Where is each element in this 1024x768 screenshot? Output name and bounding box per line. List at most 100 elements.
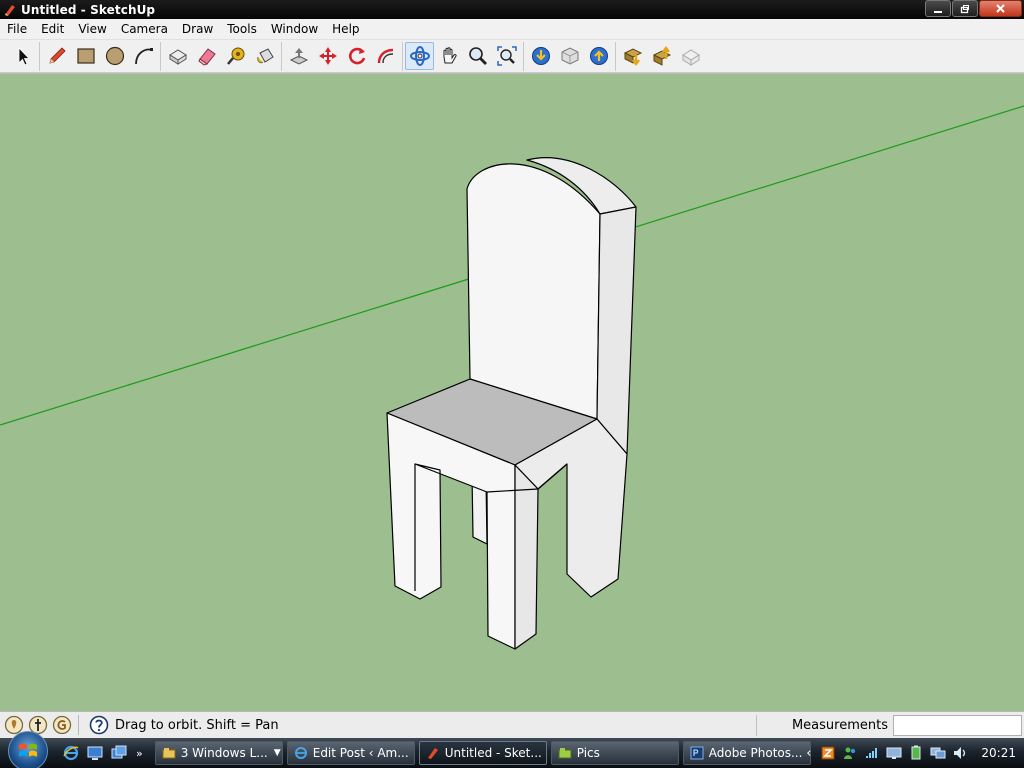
- paint-bucket-button[interactable]: [250, 42, 279, 70]
- toolbar-group-draw: [40, 41, 161, 71]
- get-models-button[interactable]: [526, 42, 555, 70]
- make-component-button[interactable]: [163, 42, 192, 70]
- toggle-terrain-button[interactable]: [676, 42, 705, 70]
- menu-bar: File Edit View Camera Draw Tools Window …: [0, 19, 1024, 40]
- chair-backrest-side: [596, 206, 637, 455]
- pencil-tool-button[interactable]: [42, 42, 71, 70]
- rotate-tool-button[interactable]: [342, 42, 371, 70]
- toolbar-group-select: [6, 41, 40, 71]
- photoshop-icon: [690, 746, 704, 760]
- scene-canvas[interactable]: [0, 74, 1024, 711]
- taskbar-label: Edit Post ‹ Am...: [312, 746, 409, 760]
- taskbar-label: Pics: [576, 746, 600, 760]
- taskbar-button-photoshop[interactable]: Adobe Photos...: [682, 741, 811, 765]
- switch-windows-icon[interactable]: [110, 744, 128, 762]
- menu-camera[interactable]: Camera: [114, 22, 175, 36]
- volume-icon[interactable]: [952, 745, 968, 761]
- toolbar-group-google: [524, 41, 616, 71]
- tape-measure-button[interactable]: [221, 42, 250, 70]
- orbit-tool-icon: [409, 46, 430, 66]
- chevron-down-icon: ▼: [273, 748, 281, 758]
- folder-icon: [558, 748, 572, 759]
- toggle-terrain-icon: [681, 49, 700, 66]
- orbit-tool-button[interactable]: [405, 42, 434, 70]
- move-tool-icon: [318, 47, 337, 65]
- taskbar-button-edit-post[interactable]: Edit Post ‹ Am...: [286, 741, 415, 765]
- title-bar: Untitled - SketchUp: [0, 0, 1024, 19]
- rectangle-tool-button[interactable]: [71, 42, 100, 70]
- internet-explorer-icon[interactable]: [62, 744, 80, 762]
- menu-window[interactable]: Window: [264, 22, 325, 36]
- measurements-label: Measurements: [756, 715, 894, 736]
- sign-in-icon[interactable]: [52, 715, 72, 735]
- messenger-icon[interactable]: [842, 745, 858, 761]
- toolbar-group-edit: [161, 41, 282, 71]
- measurements-input[interactable]: [893, 715, 1022, 736]
- eraser-tool-icon: [197, 48, 216, 66]
- menu-edit[interactable]: Edit: [34, 22, 71, 36]
- menu-tools[interactable]: Tools: [220, 22, 264, 36]
- menu-help[interactable]: Help: [325, 22, 366, 36]
- circle-tool-button[interactable]: [100, 42, 129, 70]
- status-bar: Drag to orbit. Shift = Pan Measurements: [0, 711, 1024, 738]
- minimize-button[interactable]: [925, 0, 951, 17]
- sketchup-logo-icon: [427, 748, 438, 759]
- get-current-view-button[interactable]: [618, 42, 647, 70]
- pan-tool-icon: [443, 47, 457, 64]
- select-tool-button[interactable]: [8, 42, 37, 70]
- eraser-tool-button[interactable]: [192, 42, 221, 70]
- toolbar-group-modify: [282, 41, 403, 71]
- taskbar-button-sketchup[interactable]: Untitled - Sket...: [418, 741, 547, 765]
- model-viewport[interactable]: [0, 73, 1024, 711]
- tray-expand-icon[interactable]: ‹: [806, 746, 811, 761]
- menu-draw[interactable]: Draw: [175, 22, 220, 36]
- taskbar-button-pics[interactable]: Pics: [550, 741, 679, 765]
- share-model-icon: [561, 47, 578, 65]
- menu-file[interactable]: File: [0, 22, 34, 36]
- close-button[interactable]: [979, 0, 1022, 17]
- push-pull-icon: [289, 48, 308, 65]
- arc-tool-icon: [134, 48, 153, 65]
- display-icon[interactable]: [886, 745, 902, 761]
- zoom-tool-button[interactable]: [463, 42, 492, 70]
- quick-launch: »: [62, 744, 143, 762]
- update-icon[interactable]: [820, 745, 836, 761]
- push-pull-button[interactable]: [284, 42, 313, 70]
- wireless-network-icon[interactable]: [864, 745, 880, 761]
- quick-launch-overflow[interactable]: »: [136, 747, 143, 760]
- chair-backrest-front: [466, 163, 601, 420]
- taskbar-label: 3 Windows L...: [180, 746, 268, 760]
- share-model-button[interactable]: [555, 42, 584, 70]
- paint-bucket-icon: [256, 48, 274, 64]
- arc-tool-button[interactable]: [129, 42, 158, 70]
- windows-explorer-icon: [162, 748, 176, 759]
- rectangle-tool-icon: [76, 48, 95, 64]
- zoom-extents-button[interactable]: [492, 42, 521, 70]
- move-tool-button[interactable]: [313, 42, 342, 70]
- help-icon[interactable]: [89, 715, 109, 735]
- chair-model[interactable]: [386, 157, 637, 650]
- taskbar-button-explorer[interactable]: 3 Windows L... ▼: [154, 741, 283, 765]
- menu-view[interactable]: View: [71, 22, 113, 36]
- close-icon: [996, 4, 1005, 13]
- get-models-icon: [531, 47, 550, 65]
- taskbar-label: Untitled - Sket...: [444, 746, 542, 760]
- make-component-icon: [168, 49, 187, 65]
- offset-tool-icon: [377, 48, 393, 64]
- show-desktop-icon[interactable]: [86, 744, 104, 762]
- google-earth-button[interactable]: [584, 42, 613, 70]
- offset-tool-button[interactable]: [371, 42, 400, 70]
- network-icon[interactable]: [930, 745, 946, 761]
- taskbar-clock[interactable]: 20:21: [981, 746, 1016, 760]
- zoom-extents-icon: [496, 46, 517, 66]
- pan-tool-button[interactable]: [434, 42, 463, 70]
- tape-measure-icon: [226, 47, 244, 65]
- battery-icon[interactable]: [908, 745, 924, 761]
- status-hint: Drag to orbit. Shift = Pan: [115, 717, 279, 733]
- window-controls: [924, 0, 1022, 17]
- zoom-tool-icon: [468, 47, 487, 65]
- place-model-button[interactable]: [647, 42, 676, 70]
- start-button[interactable]: [8, 731, 48, 768]
- restore-button[interactable]: [952, 0, 978, 17]
- rotate-tool-icon: [348, 47, 365, 65]
